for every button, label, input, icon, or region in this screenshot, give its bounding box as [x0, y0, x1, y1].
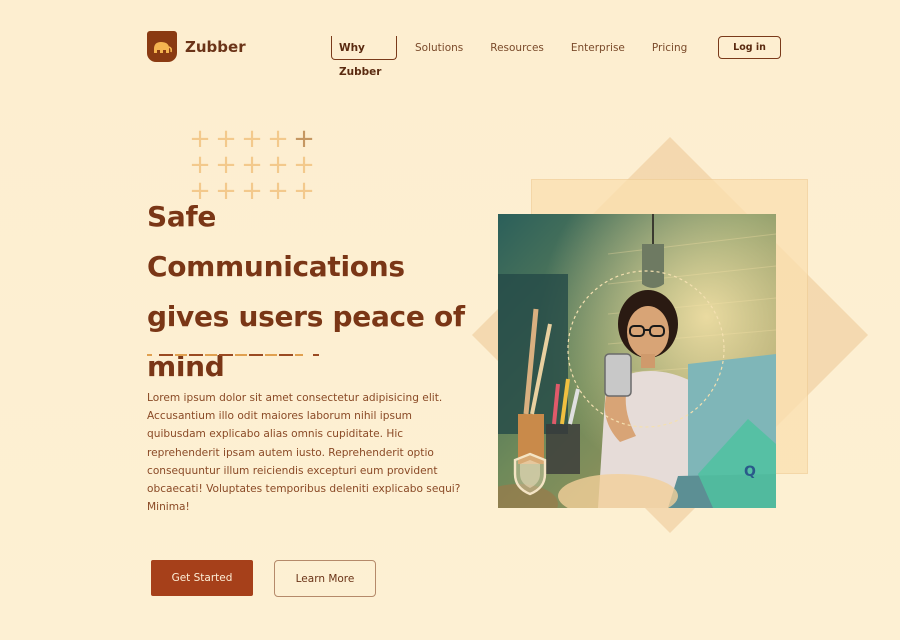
- elephant-icon: [147, 31, 177, 62]
- get-started-button[interactable]: Get Started: [151, 560, 253, 596]
- shield-icon: [513, 452, 547, 496]
- svg-text:Q: Q: [744, 464, 756, 480]
- brand-name: Zubber: [185, 37, 246, 56]
- main-nav: Why Zubber Solutions Resources Enterpris…: [331, 36, 687, 78]
- landing-page: Zubber Why Zubber Solutions Resources En…: [0, 0, 900, 640]
- learn-more-button[interactable]: Learn More: [274, 560, 376, 597]
- hero-headline: Safe Communications gives users peace of…: [147, 200, 465, 383]
- dash-divider: [147, 354, 319, 356]
- nav-item-solutions[interactable]: Solutions: [415, 36, 463, 60]
- nav-item-resources[interactable]: Resources: [490, 36, 544, 60]
- brand-logo[interactable]: Zubber: [147, 31, 246, 62]
- nav-item-why-zubber[interactable]: Why Zubber: [331, 36, 397, 78]
- hero-description: Lorem ipsum dolor sit amet consectetur a…: [147, 392, 461, 514]
- nav-item-pricing[interactable]: Pricing: [652, 36, 687, 60]
- nav-item-enterprise[interactable]: Enterprise: [571, 36, 625, 60]
- hero-photo: Q: [498, 214, 776, 508]
- login-button[interactable]: Log in: [718, 36, 781, 59]
